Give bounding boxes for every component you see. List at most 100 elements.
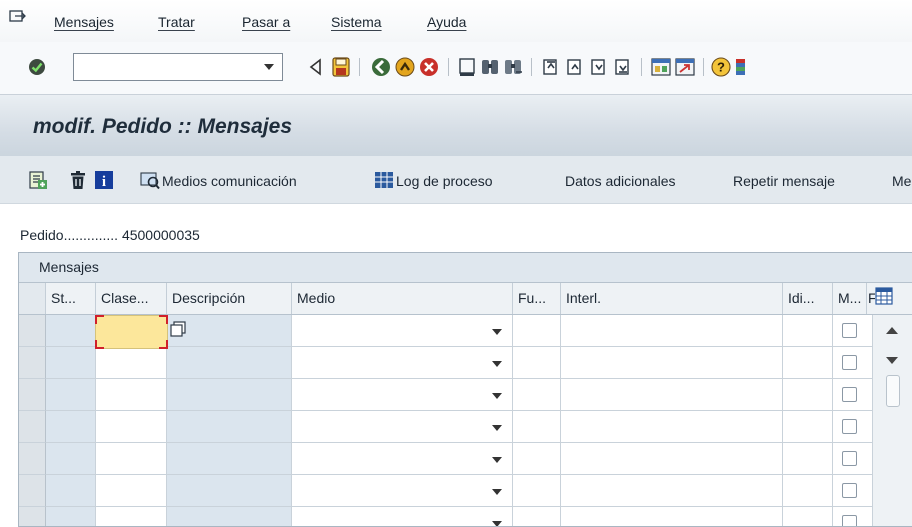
medio-cell[interactable]	[292, 379, 513, 411]
clase-cell[interactable]	[96, 347, 167, 379]
first-page-icon[interactable]	[540, 56, 562, 78]
medio-cell[interactable]	[292, 475, 513, 507]
select-all-column[interactable]	[19, 283, 46, 314]
m-cell[interactable]	[833, 475, 873, 507]
column-f[interactable]: F	[867, 283, 875, 314]
funcion-cell[interactable]	[513, 315, 561, 347]
row-selector[interactable]	[19, 379, 46, 411]
column-funcion[interactable]: Fu...	[513, 283, 561, 314]
idioma-cell[interactable]	[783, 347, 833, 379]
idioma-cell[interactable]	[783, 315, 833, 347]
cancel-icon[interactable]	[418, 56, 440, 78]
medios-comunicacion-button[interactable]: Medios comunicación	[162, 173, 297, 189]
medio-cell[interactable]	[292, 347, 513, 379]
interlocutor-cell[interactable]	[561, 347, 783, 379]
row-selector[interactable]	[19, 443, 46, 475]
interlocutor-cell[interactable]	[561, 443, 783, 475]
log-de-proceso-button[interactable]: Log de proceso	[396, 173, 493, 189]
repetir-mensaje-button[interactable]: Repetir mensaje	[733, 173, 835, 189]
clase-cell[interactable]	[96, 475, 167, 507]
row-checkbox[interactable]	[842, 323, 857, 338]
medio-cell[interactable]	[292, 315, 513, 347]
idioma-cell[interactable]	[783, 443, 833, 475]
new-session-icon[interactable]	[650, 56, 672, 78]
interlocutor-cell[interactable]	[561, 507, 783, 526]
row-checkbox[interactable]	[842, 451, 857, 466]
command-input[interactable]	[76, 56, 255, 80]
info-icon[interactable]: i	[94, 170, 114, 190]
chevron-down-icon[interactable]	[492, 393, 502, 399]
menu-sistema[interactable]: Sistema	[331, 14, 382, 30]
scroll-thumb[interactable]	[886, 375, 900, 407]
next-page-icon[interactable]	[588, 56, 610, 78]
column-medio[interactable]: Medio	[292, 283, 513, 314]
clase-cell[interactable]	[96, 411, 167, 443]
menu-mensajes[interactable]: Mensajes	[54, 14, 114, 30]
last-page-icon[interactable]	[612, 56, 634, 78]
column-interlocutor[interactable]: Interl.	[561, 283, 783, 314]
chevron-down-icon[interactable]	[492, 521, 502, 526]
previous-page-icon[interactable]	[564, 56, 586, 78]
medio-cell[interactable]	[292, 507, 513, 526]
row-checkbox[interactable]	[842, 483, 857, 498]
chevron-down-icon[interactable]	[492, 329, 502, 335]
menu-tratar[interactable]: Tratar	[158, 14, 195, 30]
chevron-down-icon[interactable]	[492, 425, 502, 431]
column-m[interactable]: M...	[833, 283, 867, 314]
m-cell[interactable]	[833, 315, 873, 347]
back-triangle-icon[interactable]	[305, 56, 327, 78]
interlocutor-cell[interactable]	[561, 315, 783, 347]
back-icon[interactable]	[370, 56, 392, 78]
column-idioma[interactable]: Idi...	[783, 283, 833, 314]
m-cell[interactable]	[833, 507, 873, 526]
funcion-cell[interactable]	[513, 379, 561, 411]
m-cell[interactable]	[833, 379, 873, 411]
more-button[interactable]: Me	[892, 173, 911, 189]
row-selector[interactable]	[19, 411, 46, 443]
idioma-cell[interactable]	[783, 379, 833, 411]
m-cell[interactable]	[833, 347, 873, 379]
column-descripcion[interactable]: Descripción	[167, 283, 292, 314]
shortcut-icon[interactable]	[674, 56, 696, 78]
help-icon[interactable]: ?	[710, 56, 732, 78]
vertical-scrollbar[interactable]	[873, 315, 912, 526]
column-status[interactable]: St...	[46, 283, 96, 314]
funcion-cell[interactable]	[513, 475, 561, 507]
row-selector[interactable]	[19, 315, 46, 347]
interlocutor-cell[interactable]	[561, 411, 783, 443]
chevron-down-icon[interactable]	[492, 489, 502, 495]
chevron-down-icon[interactable]	[492, 457, 502, 463]
clase-cell[interactable]	[96, 507, 167, 526]
medio-cell[interactable]	[292, 443, 513, 475]
interlocutor-cell[interactable]	[561, 475, 783, 507]
idioma-cell[interactable]	[783, 411, 833, 443]
menu-pasar-a[interactable]: Pasar a	[242, 14, 290, 30]
system-menu-icon[interactable]	[9, 10, 27, 24]
menu-ayuda[interactable]: Ayuda	[427, 14, 466, 30]
row-checkbox[interactable]	[842, 355, 857, 370]
medio-cell[interactable]	[292, 411, 513, 443]
funcion-cell[interactable]	[513, 507, 561, 526]
row-selector[interactable]	[19, 347, 46, 379]
idioma-cell[interactable]	[783, 475, 833, 507]
scroll-down-icon[interactable]	[886, 357, 898, 364]
exit-icon[interactable]	[394, 56, 416, 78]
chevron-down-icon[interactable]	[264, 64, 274, 70]
table-settings-icon[interactable]	[875, 287, 893, 305]
print-icon[interactable]	[456, 56, 478, 78]
funcion-cell[interactable]	[513, 443, 561, 475]
row-checkbox[interactable]	[842, 419, 857, 434]
m-cell[interactable]	[833, 411, 873, 443]
command-field[interactable]	[73, 53, 283, 81]
clase-cell[interactable]	[96, 379, 167, 411]
find-next-icon[interactable]	[502, 56, 524, 78]
value-help-icon[interactable]	[170, 321, 186, 337]
enter-icon[interactable]	[28, 58, 46, 76]
delete-icon[interactable]	[68, 170, 88, 190]
find-icon[interactable]	[479, 56, 501, 78]
datos-adicionales-button[interactable]: Datos adicionales	[565, 173, 676, 189]
row-selector[interactable]	[19, 475, 46, 507]
idioma-cell[interactable]	[783, 507, 833, 526]
row-checkbox[interactable]	[842, 387, 857, 402]
funcion-cell[interactable]	[513, 347, 561, 379]
